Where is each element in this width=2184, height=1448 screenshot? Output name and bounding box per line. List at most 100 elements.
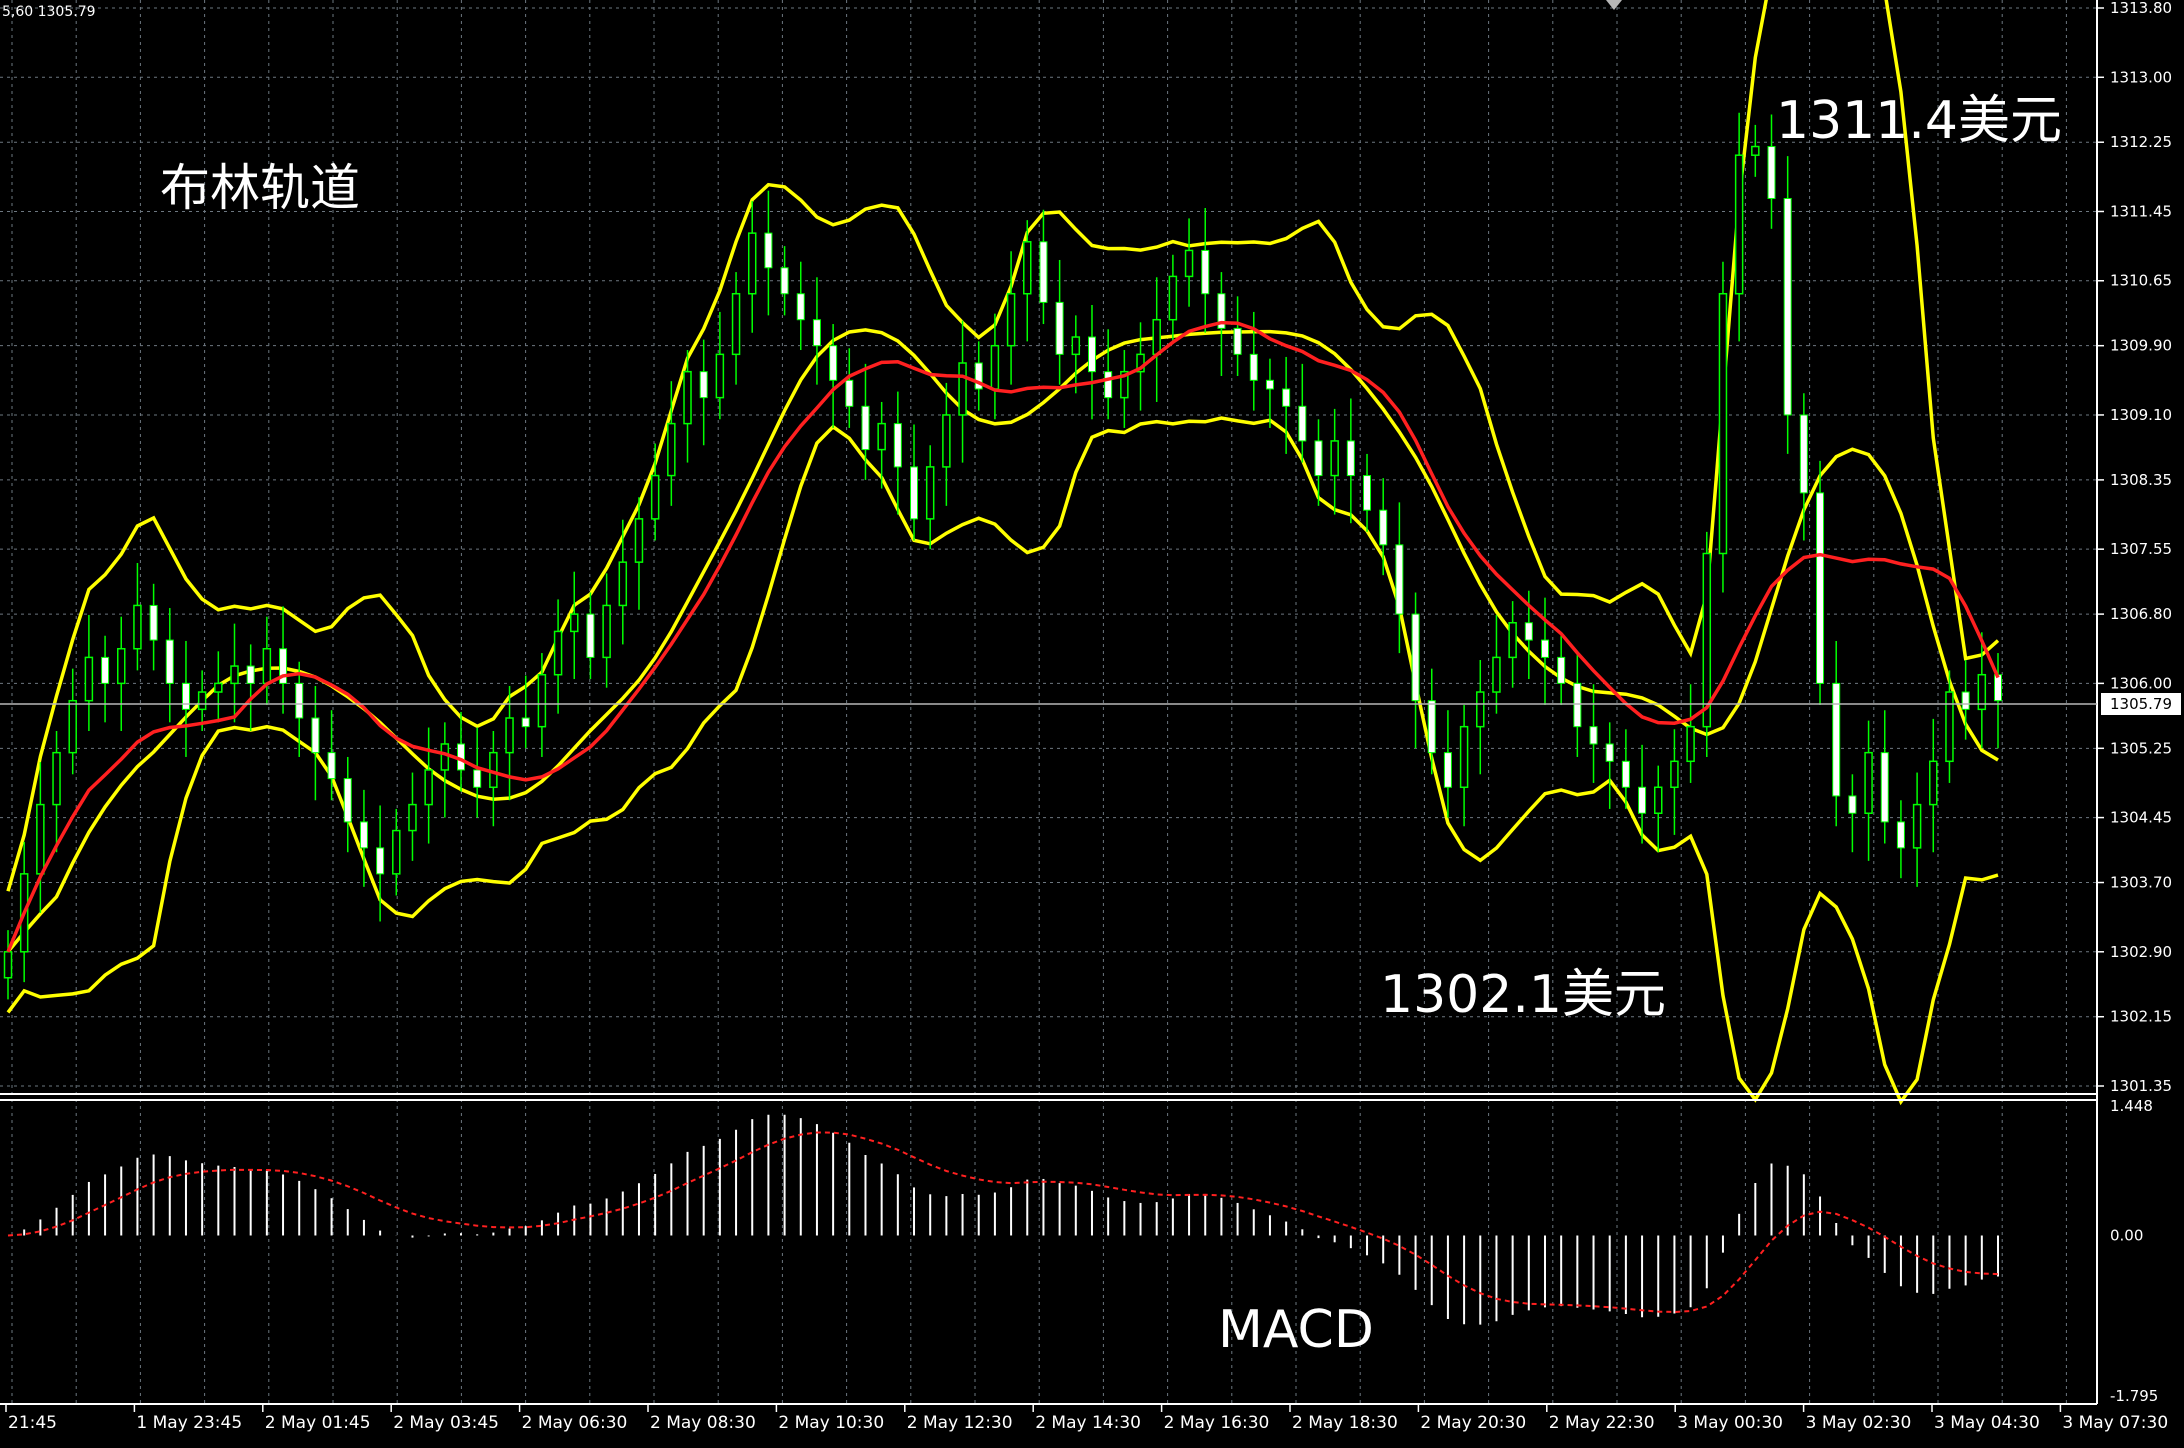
- candle-body-bear: [812, 319, 821, 347]
- macd-tick-label: 0.00: [2110, 1226, 2143, 1244]
- candle-body-bear: [1395, 544, 1404, 615]
- symbol-info: 5,60 1305.79: [2, 4, 96, 20]
- candle-body-bear: [1087, 336, 1096, 373]
- candle-body-bull: [3, 951, 13, 979]
- candle-body-bear: [181, 682, 190, 710]
- price-tick-label: 1309.10: [2110, 406, 2172, 424]
- time-tick-label: 2 May 12:30: [907, 1413, 1013, 1433]
- candle-body-bull: [1071, 336, 1081, 356]
- price-tick-label: 1313.80: [2110, 0, 2172, 17]
- candle-body-bull: [1718, 292, 1728, 555]
- candle-body-bear: [1848, 795, 1857, 814]
- candle-body-bear: [893, 423, 902, 468]
- price-tick-label: 1309.90: [2110, 337, 2172, 355]
- time-tick-label: 2 May 03:45: [393, 1413, 499, 1433]
- candle-body-bull: [1508, 622, 1517, 659]
- macd-tick-label: 1.448: [2110, 1097, 2153, 1115]
- candle-body-bull: [1152, 318, 1161, 356]
- candle-body-bull: [1653, 786, 1663, 815]
- candle-body-bear: [521, 717, 530, 728]
- candle-body-bear: [1896, 821, 1905, 849]
- candle-body-bull: [262, 647, 272, 685]
- candle-body-bull: [1929, 760, 1938, 806]
- candle-body-bull: [424, 769, 433, 806]
- price-marker: 1305.79: [2101, 693, 2181, 715]
- price-tick-label: 1307.55: [2110, 540, 2172, 558]
- candle-body-bear: [845, 379, 854, 407]
- candle-body-bear: [699, 371, 708, 399]
- candle-body-bull: [683, 370, 692, 425]
- candle-body-bear: [311, 717, 320, 754]
- candle-body-bull: [1330, 440, 1339, 477]
- candle-body-bear: [165, 639, 174, 684]
- high-price-label: 1311.4美元: [1776, 91, 2062, 151]
- candle-body-bull: [667, 422, 676, 477]
- candle-body-bear: [1638, 786, 1647, 814]
- current-price-label: 1305.79: [2110, 695, 2172, 713]
- candle-body-bull: [1168, 275, 1178, 321]
- candle-body-bull: [52, 751, 61, 806]
- candle-body-bear: [1346, 440, 1355, 477]
- candle-body-bull: [117, 647, 126, 685]
- time-tick-label: 2 May 08:30: [650, 1413, 756, 1433]
- candle-body-bear: [1557, 656, 1566, 684]
- price-tick-label: 1304.45: [2110, 809, 2172, 827]
- price-tick-label: 1306.80: [2110, 605, 2172, 623]
- candle-body-bull: [731, 292, 741, 356]
- candle-body-bear: [861, 405, 870, 451]
- candle-body-bear: [1233, 327, 1242, 355]
- candle-body-bull: [650, 474, 660, 520]
- candle-body-bear: [1363, 475, 1372, 511]
- candle-body-bull: [133, 604, 142, 650]
- candle-body-bull: [84, 656, 94, 702]
- time-tick-label: 2 May 18:30: [1292, 1413, 1398, 1433]
- candle-body-bear: [1880, 752, 1889, 823]
- bollinger-label: 布林轨道: [160, 159, 360, 217]
- price-tick-label: 1302.15: [2110, 1008, 2172, 1026]
- time-tick-label: 3 May 02:30: [1806, 1413, 1912, 1433]
- candle-body-bear: [1799, 414, 1808, 494]
- candle-body-bull: [1864, 751, 1873, 815]
- candle-body-bear: [295, 682, 304, 719]
- candle-body-bear: [327, 752, 336, 780]
- candle-body-bear: [376, 847, 385, 875]
- candle-body-bear: [343, 778, 352, 823]
- candle-body-bear: [1249, 353, 1258, 381]
- candle-body-bull: [618, 561, 628, 607]
- time-tick-label: 2 May 10:30: [778, 1413, 884, 1433]
- candle-body-bear: [1621, 760, 1630, 788]
- candle-body-bear: [764, 232, 773, 269]
- candle-body-bear: [1379, 509, 1388, 546]
- candle-body-bear: [1411, 613, 1420, 702]
- macd-tick-label: -1.795: [2110, 1387, 2158, 1405]
- candle-body-bear: [1832, 682, 1841, 797]
- candle-body-bear: [1961, 691, 1970, 710]
- candle-body-bear: [1540, 639, 1549, 658]
- candle-body-bull: [392, 829, 401, 875]
- time-tick-label: 2 May 14:30: [1035, 1413, 1141, 1433]
- price-tick-label: 1311.45: [2110, 202, 2172, 220]
- candle-body-bull: [925, 466, 935, 520]
- candle-body-bear: [1524, 622, 1533, 641]
- candle-body-bear: [1039, 241, 1048, 303]
- low-price-label: 1302.1美元: [1380, 965, 1666, 1025]
- candle-body-bull: [68, 699, 77, 754]
- price-tick-label: 1312.25: [2110, 133, 2172, 151]
- time-tick-label: 1 May 23:45: [136, 1413, 242, 1433]
- candle-body-bear: [149, 604, 158, 641]
- candle-body-bull: [958, 362, 967, 416]
- candle-body-bull: [1686, 725, 1695, 763]
- candle-body-bull: [602, 604, 611, 659]
- candle-body-bear: [1994, 674, 2002, 702]
- candle-body-bull: [1670, 760, 1679, 789]
- macd-label: MACD: [1218, 1300, 1374, 1360]
- candle-body-bull: [1184, 249, 1194, 278]
- price-tick-label: 1306.00: [2110, 674, 2172, 692]
- price-tick-label: 1303.70: [2110, 874, 2172, 892]
- candle-body-bear: [1605, 743, 1614, 762]
- candle-body-bull: [634, 518, 644, 563]
- candle-body-bull: [230, 665, 239, 685]
- candle-body-bear: [359, 821, 368, 849]
- candle-body-bull: [1492, 656, 1501, 693]
- candle-body-bull: [877, 422, 886, 451]
